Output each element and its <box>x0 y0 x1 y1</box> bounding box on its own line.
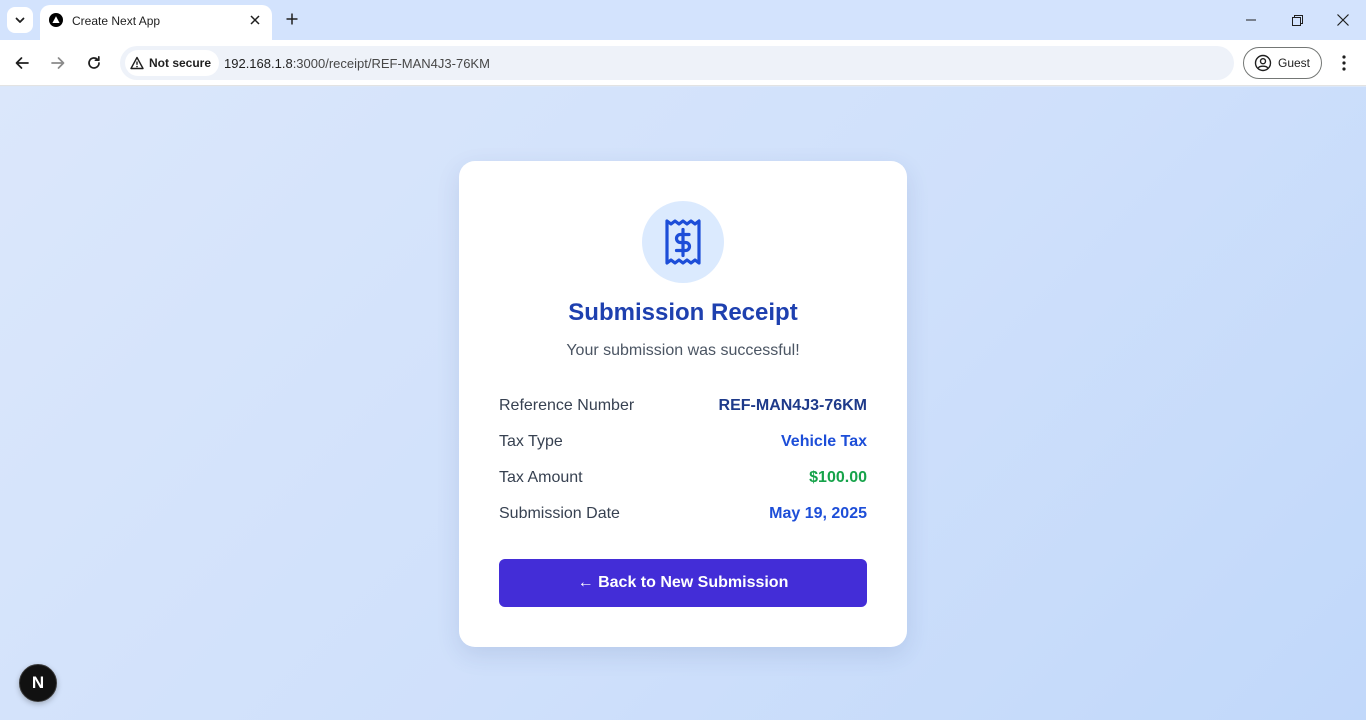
receipt-title: Submission Receipt <box>568 299 798 326</box>
url-text[interactable]: 192.168.1.8:3000/receipt/REF-MAN4J3-76KM <box>224 56 490 71</box>
restore-icon[interactable] <box>1287 10 1307 30</box>
browser-toolbar: Not secure 192.168.1.8:3000/receipt/REF-… <box>0 40 1366 86</box>
security-label: Not secure <box>149 56 212 70</box>
site-info-chip[interactable]: Not secure <box>125 50 220 76</box>
receipt-details: Reference Number REF-MAN4J3-76KM Tax Typ… <box>499 388 867 532</box>
tab-title: Create Next App <box>72 14 161 28</box>
nextjs-favicon-icon <box>49 13 63 27</box>
minimize-icon[interactable] <box>1241 10 1261 30</box>
receipt-row-tax-amount: Tax Amount $100.00 <box>499 460 867 496</box>
account-circle-icon <box>1254 54 1272 72</box>
row-label: Tax Type <box>499 433 563 450</box>
browser-tab-bar: Create Next App <box>0 0 1366 40</box>
back-to-new-submission-button[interactable]: ← Back to New Submission <box>499 559 867 607</box>
receipt-row-tax-type: Tax Type Vehicle Tax <box>499 424 867 460</box>
tab-search-button[interactable] <box>7 7 33 33</box>
receipt-icon-circle <box>642 201 724 283</box>
browser-tab[interactable]: Create Next App <box>40 5 272 40</box>
row-label: Reference Number <box>499 397 635 414</box>
url-host: 192.168.1.8 <box>224 56 293 71</box>
receipt-subtitle: Your submission was successful! <box>566 342 800 359</box>
chevron-down-icon <box>15 17 25 23</box>
receipt-row-reference-number: Reference Number REF-MAN4J3-76KM <box>499 388 867 424</box>
receipt-card: Submission Receipt Your submission was s… <box>459 161 907 647</box>
forward-arrow-icon[interactable] <box>46 51 70 75</box>
reference-number-value: REF-MAN4J3-76KM <box>718 397 867 414</box>
back-arrow-icon[interactable] <box>10 51 34 75</box>
profile-button[interactable]: Guest <box>1243 47 1322 79</box>
receipt-row-submission-date: Submission Date May 19, 2025 <box>499 496 867 532</box>
row-label: Submission Date <box>499 505 620 522</box>
address-bar[interactable]: Not secure 192.168.1.8:3000/receipt/REF-… <box>120 46 1234 80</box>
url-path: :3000/receipt/REF-MAN4J3-76KM <box>292 56 490 71</box>
tab-close-icon[interactable] <box>246 11 264 29</box>
more-menu-icon[interactable] <box>1334 51 1354 75</box>
submission-date-value: May 19, 2025 <box>769 505 867 522</box>
nextjs-dev-badge[interactable]: N <box>19 664 57 702</box>
profile-label: Guest <box>1278 56 1311 70</box>
reload-icon[interactable] <box>82 51 106 75</box>
receipt-dollar-icon <box>665 219 701 265</box>
new-tab-plus-icon[interactable] <box>282 9 302 29</box>
row-label: Tax Amount <box>499 469 583 486</box>
tax-amount-value: $100.00 <box>809 469 867 486</box>
warning-triangle-icon <box>130 56 144 70</box>
page-background: Submission Receipt Your submission was s… <box>0 87 1366 720</box>
close-window-icon[interactable] <box>1333 10 1353 30</box>
tax-type-value: Vehicle Tax <box>781 433 867 450</box>
